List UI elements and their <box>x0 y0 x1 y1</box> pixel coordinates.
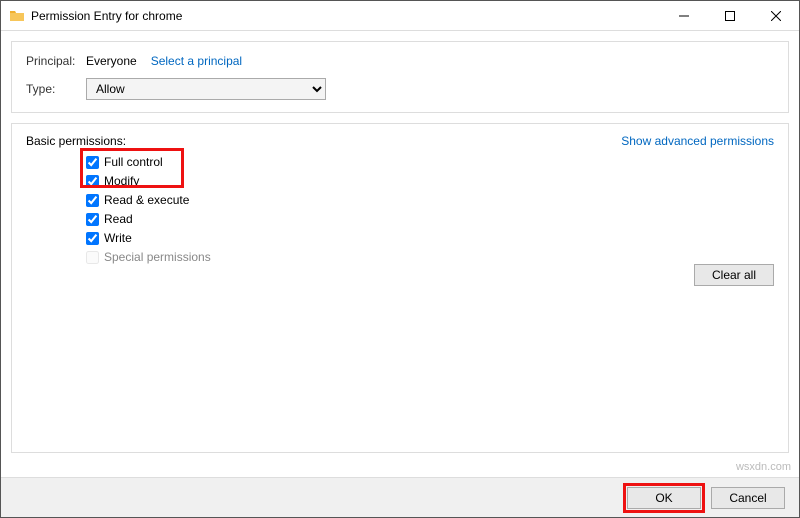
basic-permissions-label: Basic permissions: <box>26 134 126 148</box>
permission-checkbox[interactable] <box>86 213 99 226</box>
permission-checkbox[interactable] <box>86 175 99 188</box>
ok-button[interactable]: OK <box>627 487 701 509</box>
ok-highlight-annotation: OK <box>623 483 705 513</box>
permission-label: Read & execute <box>104 192 189 209</box>
permission-label: Write <box>104 230 132 247</box>
principal-row: Principal: Everyone Select a principal <box>26 54 774 68</box>
permission-checkbox[interactable] <box>86 156 99 169</box>
type-row: Type: Allow <box>26 78 774 100</box>
principal-panel: Principal: Everyone Select a principal T… <box>11 41 789 113</box>
permission-item[interactable]: Full control <box>86 154 211 171</box>
permission-label: Special permissions <box>104 249 211 266</box>
permission-item: Special permissions <box>86 249 211 266</box>
permissions-header: Basic permissions: Show advanced permiss… <box>26 134 774 148</box>
watermark-text: wsxdn.com <box>736 461 791 473</box>
permissions-panel: Basic permissions: Show advanced permiss… <box>11 123 789 453</box>
permission-label: Modify <box>104 173 139 190</box>
permissions-list: Full control Modify Read & execute Read Writ… <box>86 152 211 268</box>
window-controls <box>661 1 799 30</box>
show-advanced-link[interactable]: Show advanced permissions <box>621 134 774 148</box>
permission-checkbox[interactable] <box>86 232 99 245</box>
folder-icon <box>9 8 25 24</box>
permission-label: Read <box>104 211 133 228</box>
principal-label: Principal: <box>26 54 86 68</box>
footer-bar: OK Cancel <box>1 477 799 517</box>
minimize-button[interactable] <box>661 1 707 30</box>
cancel-button[interactable]: Cancel <box>711 487 785 509</box>
permission-checkbox[interactable] <box>86 194 99 207</box>
permission-checkbox <box>86 251 99 264</box>
principal-value: Everyone <box>86 54 137 68</box>
titlebar: Permission Entry for chrome <box>1 1 799 31</box>
clear-all-button[interactable]: Clear all <box>694 264 774 286</box>
permission-label: Full control <box>104 154 163 171</box>
type-label: Type: <box>26 82 86 96</box>
type-select[interactable]: Allow <box>86 78 326 100</box>
content-area: Principal: Everyone Select a principal T… <box>1 31 799 453</box>
permission-item[interactable]: Modify <box>86 173 211 190</box>
close-button[interactable] <box>753 1 799 30</box>
window-title: Permission Entry for chrome <box>31 9 661 23</box>
permission-item[interactable]: Read <box>86 211 211 228</box>
select-principal-link[interactable]: Select a principal <box>151 54 242 68</box>
permission-item[interactable]: Read & execute <box>86 192 211 209</box>
permission-item[interactable]: Write <box>86 230 211 247</box>
window-frame: Permission Entry for chrome Principal: E… <box>0 0 800 518</box>
maximize-button[interactable] <box>707 1 753 30</box>
